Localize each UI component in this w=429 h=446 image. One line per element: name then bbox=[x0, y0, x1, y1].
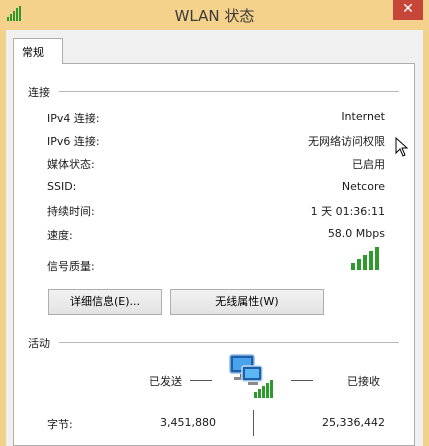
connection-divider bbox=[59, 91, 399, 92]
received-line bbox=[291, 380, 313, 381]
media-state-value: 已启用 bbox=[352, 158, 385, 171]
duration-label: 持续时间: bbox=[47, 205, 95, 218]
wireless-properties-button[interactable]: 无线属性(W) bbox=[170, 289, 324, 315]
sent-label: 已发送 bbox=[149, 375, 182, 388]
window-title: WLAN 状态 bbox=[174, 7, 255, 25]
ipv6-label: IPv6 连接: bbox=[47, 135, 100, 148]
bytes-label: 字节: bbox=[47, 418, 73, 431]
mouse-cursor-icon bbox=[395, 137, 409, 157]
ssid-label: SSID: bbox=[47, 180, 77, 193]
signal-strength-icon bbox=[351, 247, 379, 270]
network-computers-icon bbox=[229, 354, 273, 398]
bytes-separator bbox=[253, 410, 254, 436]
bytes-received-value: 25,336,442 bbox=[322, 416, 385, 429]
ssid-value: Netcore bbox=[341, 180, 385, 193]
speed-label: 速度: bbox=[47, 229, 73, 242]
tab-general[interactable]: 常规 bbox=[13, 38, 63, 64]
details-button[interactable]: 详细信息(E)... bbox=[48, 289, 162, 315]
ipv4-value: Internet bbox=[341, 110, 385, 123]
ipv6-value: 无网络访问权限 bbox=[308, 135, 385, 148]
connection-section-label: 连接 bbox=[28, 86, 50, 99]
bytes-sent-value: 3,451,880 bbox=[160, 416, 216, 429]
speed-value: 58.0 Mbps bbox=[327, 227, 385, 240]
activity-divider bbox=[59, 342, 399, 343]
media-state-label: 媒体状态: bbox=[47, 158, 95, 171]
tab-general-label: 常规 bbox=[22, 46, 44, 59]
close-button[interactable]: ✕ bbox=[393, 0, 423, 20]
activity-section-label: 活动 bbox=[28, 337, 50, 350]
title-bar[interactable]: WLAN 状态 ✕ bbox=[0, 0, 429, 30]
received-label: 已接收 bbox=[347, 375, 380, 388]
sent-line bbox=[190, 380, 212, 381]
signal-quality-label: 信号质量: bbox=[47, 260, 95, 273]
ipv4-label: IPv4 连接: bbox=[47, 112, 100, 125]
duration-value: 1 天 01:36:11 bbox=[310, 205, 385, 218]
